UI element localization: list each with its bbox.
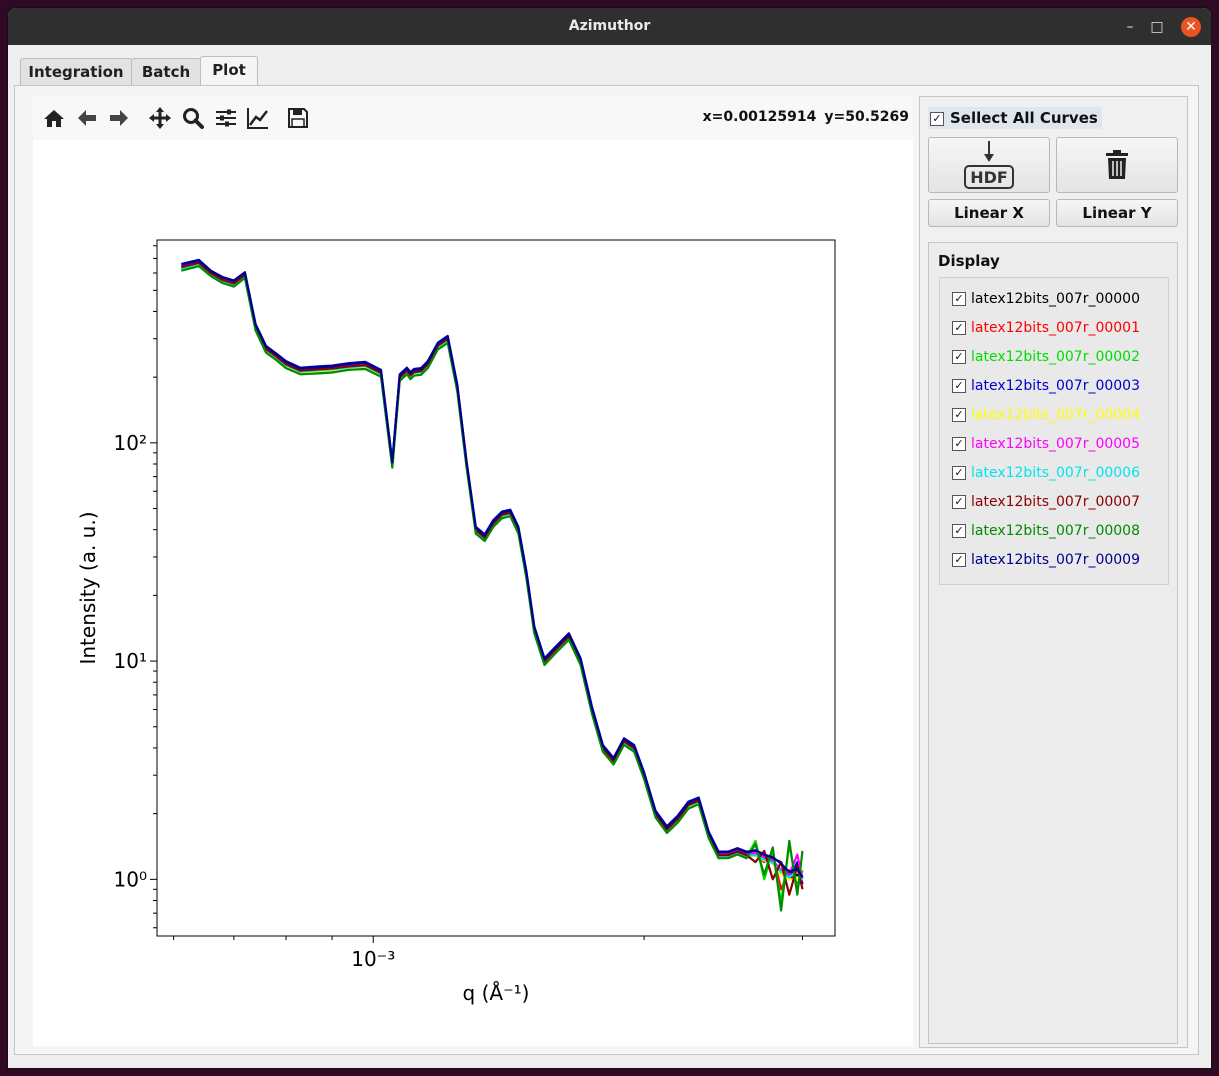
plot-area: x=0.00125914 y=50.5269 10⁰ 10¹ 10² 10⁻³ q (Å…: [33, 96, 913, 1046]
tab-integration[interactable]: Integration: [20, 58, 132, 86]
linear-x-button[interactable]: Linear X: [928, 199, 1050, 227]
chart-svg[interactable]: 10⁰ 10¹ 10² 10⁻³ q (Å⁻¹) Intensity (a. u.): [33, 140, 913, 1046]
curve-label: latex12bits_007r_00003: [971, 378, 1140, 394]
select-all-curves-checkbox[interactable]: ✓ Sellect All Curves: [928, 107, 1102, 129]
curve-checkbox[interactable]: ✓: [952, 437, 966, 451]
series-line-2: [181, 264, 804, 905]
plot-frame: [156, 239, 836, 937]
curve-label: latex12bits_007r_00005: [971, 436, 1140, 452]
back-arrow-icon[interactable]: [74, 105, 100, 131]
series-line-8: [181, 265, 804, 912]
curve-item[interactable]: ✓ latex12bits_007r_00006: [952, 462, 1140, 484]
curves-layer: [181, 258, 804, 912]
curve-checkbox[interactable]: ✓: [952, 379, 966, 393]
curve-checkbox[interactable]: ✓: [952, 524, 966, 538]
curve-label: latex12bits_007r_00001: [971, 320, 1140, 336]
hdf-export-icon: HDF: [964, 141, 1014, 189]
curve-label: latex12bits_007r_00002: [971, 349, 1140, 365]
curve-label: latex12bits_007r_00009: [971, 552, 1140, 568]
save-icon[interactable]: [285, 105, 311, 131]
x-tick-label: 10⁻³: [351, 947, 395, 971]
curve-item[interactable]: ✓ latex12bits_007r_00000: [952, 288, 1140, 310]
hdf-text: HDF: [970, 168, 1008, 187]
y-tick-label: 10²: [114, 431, 147, 455]
plot-tab-panel: x=0.00125914 y=50.5269 10⁰ 10¹ 10² 10⁻³ q (Å…: [14, 85, 1199, 1055]
configure-subplots-icon[interactable]: [213, 105, 239, 131]
select-all-label: Sellect All Curves: [950, 109, 1098, 127]
curve-label: latex12bits_007r_00008: [971, 523, 1140, 539]
app-window: Azimuthor – □ ✕ Integration Batch Plot x…: [8, 8, 1211, 1068]
curve-checkbox[interactable]: ✓: [952, 466, 966, 480]
curve-side-panel: ✓ Sellect All Curves HDF Linear X Linear …: [919, 96, 1188, 1048]
coord-x: x=0.00125914: [702, 109, 817, 125]
title-bar: Azimuthor – □ ✕: [8, 8, 1211, 45]
curve-item[interactable]: ✓ latex12bits_007r_00009: [952, 549, 1140, 571]
y-tick-label: 10¹: [114, 649, 147, 673]
plot-toolbar: x=0.00125914 y=50.5269: [33, 96, 913, 140]
trash-icon: [1106, 150, 1128, 179]
curve-list: ✓ latex12bits_007r_00000 ✓ latex12bits_007r…: [939, 277, 1169, 585]
cursor-coordinates: x=0.00125914 y=50.5269: [695, 109, 909, 125]
curve-item[interactable]: ✓ latex12bits_007r_00004: [952, 404, 1140, 426]
curve-item[interactable]: ✓ latex12bits_007r_00003: [952, 375, 1140, 397]
curve-checkbox[interactable]: ✓: [952, 321, 966, 335]
tab-batch[interactable]: Batch: [131, 58, 201, 86]
maximize-button[interactable]: □: [1147, 17, 1167, 37]
display-title: Display: [938, 252, 1000, 270]
display-group: Display ✓ latex12bits_007r_00000 ✓ latex12b…: [928, 242, 1178, 1044]
curve-item[interactable]: ✓ latex12bits_007r_00005: [952, 433, 1140, 455]
chart[interactable]: 10⁰ 10¹ 10² 10⁻³ q (Å⁻¹) Intensity (a. u.): [33, 140, 913, 1046]
forward-arrow-icon[interactable]: [106, 105, 132, 131]
curve-checkbox[interactable]: ✓: [952, 408, 966, 422]
curve-label: latex12bits_007r_00007: [971, 494, 1140, 510]
tab-plot[interactable]: Plot: [200, 56, 258, 87]
ticks-layer: 10⁰ 10¹ 10² 10⁻³: [114, 245, 804, 971]
curve-item[interactable]: ✓ latex12bits_007r_00001: [952, 317, 1140, 339]
close-button[interactable]: ✕: [1181, 17, 1201, 37]
window-title: Azimuthor: [568, 18, 651, 34]
coord-y: y=50.5269: [824, 109, 909, 125]
y-axis-label: Intensity (a. u.): [76, 511, 100, 664]
x-axis-label: q (Å⁻¹): [463, 981, 530, 1005]
curve-label: latex12bits_007r_00004: [971, 407, 1140, 423]
minimize-button[interactable]: –: [1120, 17, 1140, 37]
curve-item[interactable]: ✓ latex12bits_007r_00008: [952, 520, 1140, 542]
linear-y-button[interactable]: Linear Y: [1056, 199, 1178, 227]
curve-item[interactable]: ✓ latex12bits_007r_00002: [952, 346, 1140, 368]
export-hdf-button[interactable]: HDF: [928, 137, 1050, 193]
curve-item[interactable]: ✓ latex12bits_007r_00007: [952, 491, 1140, 513]
checkbox-icon[interactable]: ✓: [930, 111, 944, 126]
pan-icon[interactable]: [147, 105, 173, 131]
curve-label: latex12bits_007r_00006: [971, 465, 1140, 481]
edit-axis-icon[interactable]: [245, 105, 271, 131]
curve-checkbox[interactable]: ✓: [952, 292, 966, 306]
curve-checkbox[interactable]: ✓: [952, 495, 966, 509]
zoom-icon[interactable]: [180, 105, 206, 131]
curve-checkbox[interactable]: ✓: [952, 350, 966, 364]
curve-label: latex12bits_007r_00000: [971, 291, 1140, 307]
home-icon[interactable]: [41, 105, 67, 131]
delete-curves-button[interactable]: [1056, 137, 1178, 193]
series-line-9: [181, 259, 804, 879]
curve-checkbox[interactable]: ✓: [952, 553, 966, 567]
y-tick-label: 10⁰: [114, 867, 147, 891]
